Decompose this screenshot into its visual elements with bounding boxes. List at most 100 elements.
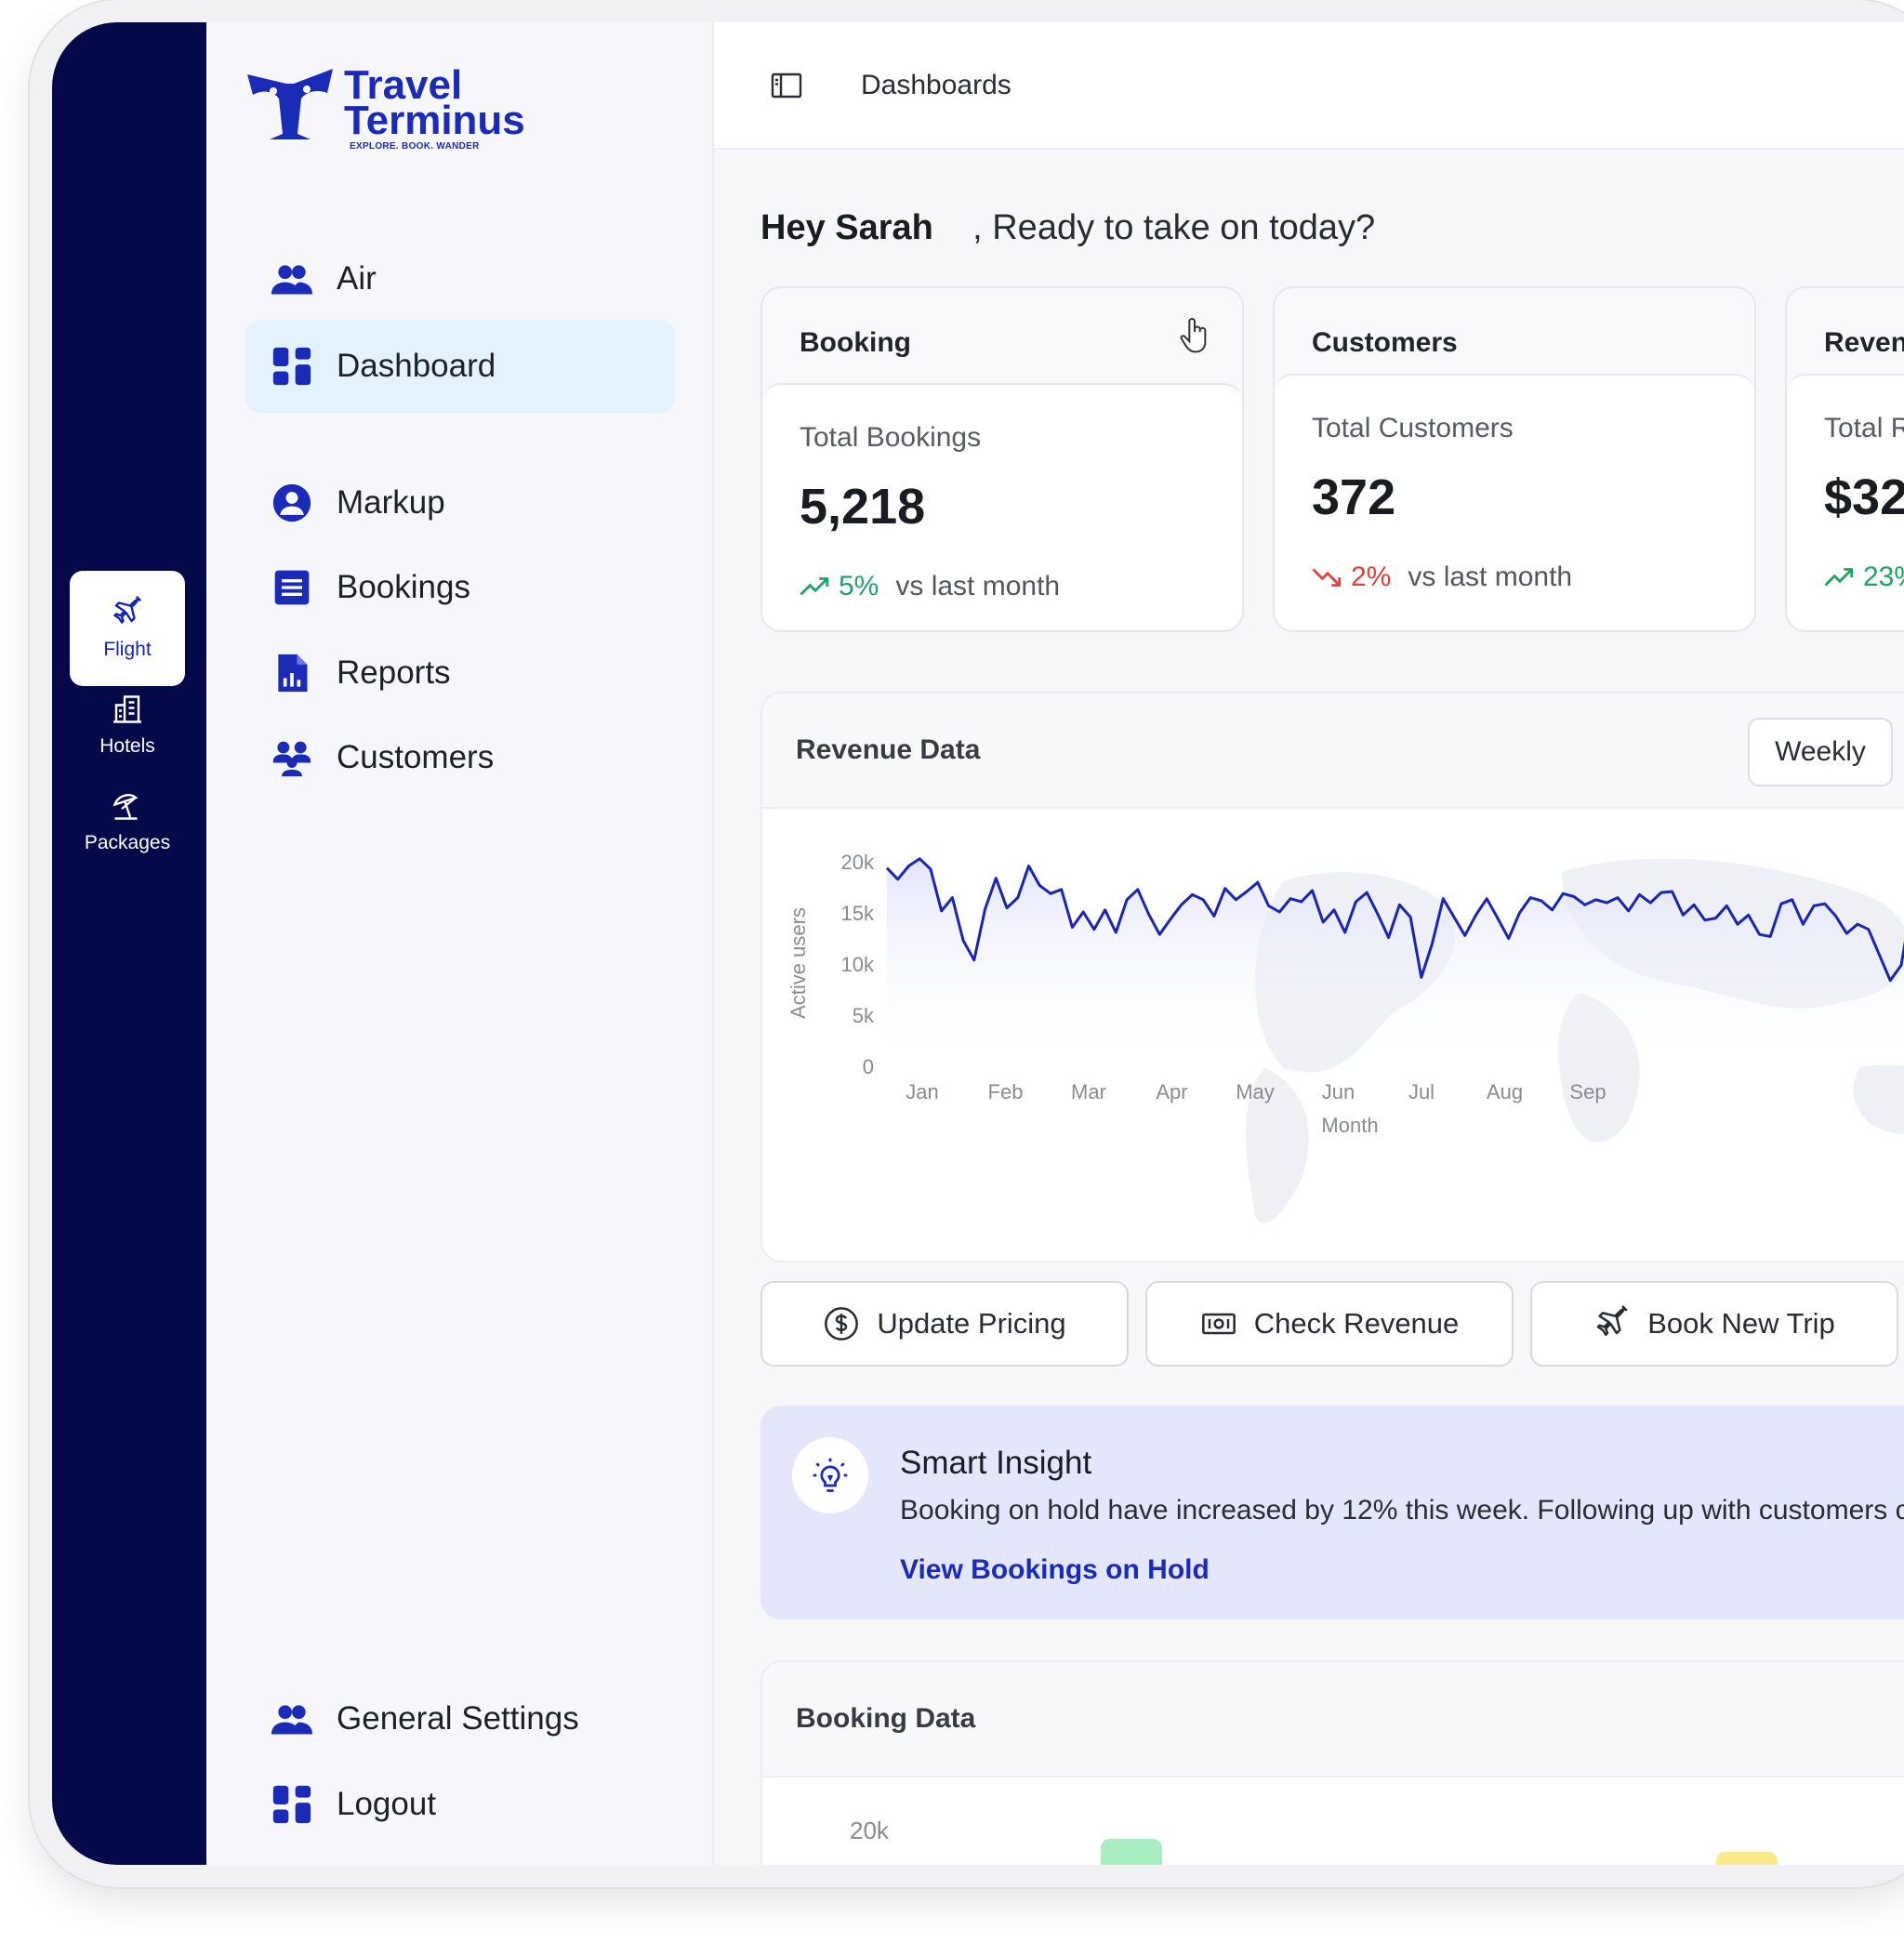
period-select[interactable]: Weekly — [1748, 718, 1893, 786]
hand-cursor-icon — [1180, 318, 1207, 353]
x-axis-title: Month — [1321, 1114, 1378, 1137]
booking-data-card: Booking Data 20k — [760, 1660, 1904, 1865]
greeting: Hey Sarah , Ready to take on today? — [760, 208, 1375, 248]
stat-percent: 5% — [839, 571, 879, 601]
rail-label: Packages — [84, 832, 171, 853]
sidebar: Travel Terminus EXPLORE. BOOK. WANDER Ai… — [206, 22, 714, 1865]
group-icon — [272, 741, 311, 777]
booking-y-tick: 20k — [850, 1816, 889, 1844]
stat-card-revenue[interactable]: Revenu Total R $32 23% — [1785, 286, 1904, 632]
building-icon — [113, 695, 141, 723]
check-revenue-button[interactable]: Check Revenue — [1145, 1281, 1514, 1367]
x-tick-label: Jul — [1408, 1080, 1435, 1103]
stat-card-body: Total Bookings 5,218 5% vs last month — [762, 383, 1242, 630]
x-tick-label: Jun — [1322, 1080, 1355, 1103]
revenue-chart-card: Revenue Data Weekly 0 5k 10k 15k 20k Act… — [760, 692, 1904, 1262]
sidebar-item-label: General Settings — [337, 1700, 579, 1737]
stat-label: Total Bookings — [800, 422, 982, 453]
x-tick-label: May — [1236, 1080, 1275, 1103]
sidebar-item-label: Customers — [337, 739, 495, 775]
stat-percent: 2% — [1351, 561, 1392, 592]
revenue-line-chart: 0 5k 10k 15k 20k Active users Jan Feb Mar Apr May J… — [787, 851, 1904, 1223]
action-label: Update Pricing — [877, 1307, 1066, 1340]
chart-header: Revenue Data Weekly — [762, 694, 1904, 809]
top-bar: Dashboards — [714, 22, 1904, 150]
greeting-name: Hey Sarah — [760, 208, 933, 247]
sidebar-item-bookings[interactable]: Bookings — [245, 541, 675, 634]
lightbulb-icon — [813, 1458, 848, 1492]
sidebar-item-dashboard[interactable]: Dashboard — [245, 320, 675, 413]
grid-icon — [272, 347, 311, 386]
insight-text: Booking on hold have increased by 12% th… — [900, 1495, 1904, 1526]
stat-card-header: Customers — [1312, 327, 1458, 358]
travel-terminus-logo-icon — [247, 69, 333, 139]
module-rail: Flight Hotels Packages — [52, 22, 206, 1865]
book-new-trip-button[interactable]: Book New Trip — [1530, 1281, 1898, 1367]
grid-icon — [272, 1785, 311, 1824]
stat-trend: 5% vs last month — [800, 571, 1060, 602]
beach-umbrella-icon — [112, 794, 139, 820]
users-icon — [271, 1705, 312, 1735]
stat-value: 5,218 — [800, 479, 926, 535]
stat-card-booking[interactable]: Booking Total Bookings 5,218 5% vs last … — [760, 286, 1244, 632]
y-tick-label: 5k — [853, 1004, 875, 1027]
stat-label: Total R — [1824, 413, 1904, 443]
booking-data-title: Booking Data — [796, 1703, 976, 1734]
plane-icon — [1596, 1305, 1628, 1336]
x-tick-label: Aug — [1487, 1080, 1523, 1103]
x-tick-label: Mar — [1071, 1080, 1106, 1103]
y-tick-label: 0 — [863, 1055, 874, 1078]
y-tick-label: 20k — [841, 851, 875, 874]
cash-icon — [1201, 1313, 1236, 1335]
stat-card-body: Total Customers 372 2% vs last month — [1275, 374, 1754, 630]
stat-card-customers[interactable]: Customers Total Customers 372 2% vs last… — [1273, 286, 1756, 632]
sidebar-item-label: Dashboard — [337, 348, 496, 384]
rail-label: Hotels — [99, 735, 155, 757]
logo-line-2: Terminus — [344, 98, 525, 143]
dollar-circle-icon — [825, 1307, 859, 1341]
plane-icon — [113, 596, 141, 624]
update-pricing-button[interactable]: Update Pricing — [760, 1281, 1129, 1367]
stat-value: 372 — [1312, 469, 1396, 525]
trend-down-icon — [1312, 568, 1342, 587]
x-tick-label: Jan — [906, 1080, 938, 1103]
x-tick-label: Apr — [1156, 1080, 1187, 1103]
action-label: Check Revenue — [1253, 1307, 1460, 1340]
sidebar-item-customers[interactable]: Customers — [245, 711, 675, 804]
users-icon — [271, 265, 312, 295]
stat-label: Total Customers — [1312, 413, 1514, 443]
greeting-text: , Ready to take on today? — [972, 208, 1376, 247]
x-tick-label: Feb — [988, 1080, 1024, 1103]
rail-item-packages[interactable]: Packages — [70, 764, 185, 879]
brand-logo[interactable]: Travel Terminus EXPLORE. BOOK. WANDER — [245, 65, 525, 152]
smart-insight-panel: Smart Insight Booking on hold have incre… — [760, 1406, 1904, 1619]
insight-title: Smart Insight — [900, 1445, 1092, 1481]
breadcrumb[interactable]: Dashboards — [861, 70, 1012, 101]
booking-data-header: Booking Data — [762, 1662, 1904, 1777]
sidebar-item-logout[interactable]: Logout — [245, 1758, 675, 1851]
app-screen: Flight Hotels Packages Travel Terminus E… — [52, 22, 1904, 1865]
view-bookings-on-hold-link[interactable]: View Bookings on Hold — [900, 1554, 1210, 1586]
report-file-icon — [278, 654, 308, 693]
user-circle-icon — [272, 483, 311, 522]
stat-value: $32 — [1824, 469, 1904, 525]
list-icon — [274, 570, 310, 605]
sidebar-toggle-icon[interactable] — [770, 69, 803, 102]
sidebar-item-air[interactable]: Air — [245, 232, 675, 325]
action-label: Book New Trip — [1647, 1307, 1835, 1340]
stat-compare: vs last month — [895, 571, 1061, 601]
sidebar-item-general-settings[interactable]: General Settings — [245, 1672, 675, 1765]
main-content: Dashboards Hey Sarah , Ready to take on … — [714, 22, 1904, 1865]
stat-card-header: Booking — [800, 327, 911, 358]
booking-bar — [1101, 1839, 1162, 1865]
rail-label: Flight — [103, 639, 152, 660]
trend-up-icon — [800, 577, 829, 596]
sidebar-item-label: Logout — [337, 1786, 437, 1822]
sidebar-item-reports[interactable]: Reports — [245, 627, 675, 720]
sidebar-item-markup[interactable]: Markup — [245, 456, 675, 549]
trend-up-icon — [1824, 568, 1854, 587]
y-tick-label: 15k — [841, 902, 875, 925]
chart-title: Revenue Data — [796, 734, 981, 765]
bulb-icon-wrap — [792, 1437, 868, 1513]
y-tick-label: 10k — [841, 953, 875, 976]
